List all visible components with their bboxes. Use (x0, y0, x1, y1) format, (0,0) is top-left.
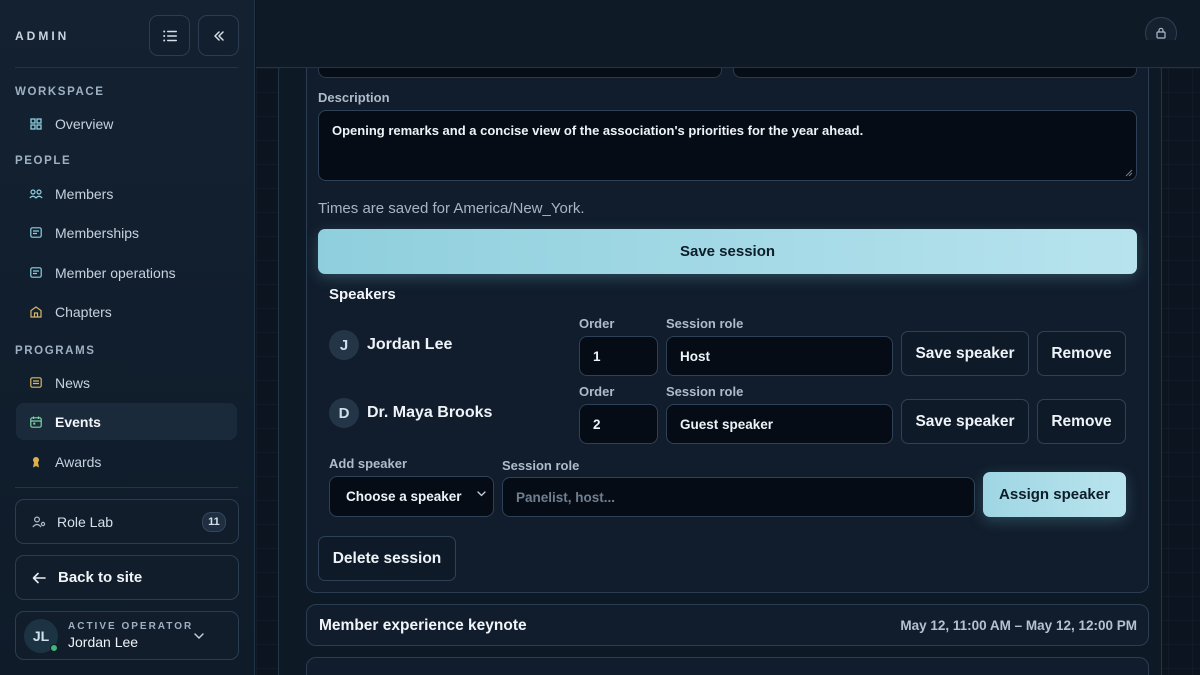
session-row[interactable] (306, 657, 1149, 675)
session-role-label: Session role (666, 316, 744, 331)
sidebar-item-memberships[interactable]: Memberships (16, 214, 237, 251)
description-textarea[interactable]: Opening remarks and a concise view of th… (318, 110, 1137, 181)
sidebar: ADMIN WORKSPACE Overview PEOPLE Members (0, 0, 255, 675)
assign-speaker-button[interactable]: Assign speaker (983, 472, 1126, 517)
delete-session-button[interactable]: Delete session (318, 536, 456, 581)
save-speaker-button[interactable]: Save speaker (901, 399, 1029, 444)
sidebar-item-overview[interactable]: Overview (16, 105, 237, 142)
add-speaker-label: Add speaker (329, 456, 408, 471)
collapse-sidebar-button[interactable] (198, 15, 239, 56)
users-cog-icon (32, 515, 46, 528)
speaker-select[interactable]: Choose a speaker (329, 476, 494, 517)
sidebar-item-news[interactable]: News (16, 364, 237, 401)
chevron-down-icon (477, 491, 486, 497)
newspaper-icon (29, 376, 43, 390)
card-icon (29, 226, 43, 240)
speaker-role-input[interactable]: Guest speaker (666, 404, 893, 444)
session-row-title: Member experience keynote (319, 617, 527, 634)
chevron-down-icon (194, 632, 204, 639)
brand-title: ADMIN (15, 29, 70, 43)
building-icon (29, 305, 43, 319)
new-speaker-role-input[interactable]: Panelist, host... (502, 477, 975, 517)
sidebar-item-label: Overview (55, 115, 114, 132)
operator-switcher[interactable]: JL ACTIVE OPERATOR Jordan Lee (15, 611, 239, 660)
speaker-role-input[interactable]: Host (666, 336, 893, 376)
description-label: Description (318, 90, 390, 105)
chevrons-left-icon (213, 30, 224, 41)
description-value: Opening remarks and a concise view of th… (332, 123, 864, 138)
sidebar-item-label: News (55, 374, 91, 391)
divider (15, 67, 238, 68)
speaker-avatar: D (329, 398, 359, 428)
add-speaker-role-label: Session role (502, 458, 580, 473)
speakers-heading: Speakers (329, 286, 396, 303)
sidebar-item-member-operations[interactable]: Member operations (16, 254, 237, 291)
sidebar-item-awards[interactable]: Awards (16, 443, 237, 480)
speaker-order-input[interactable]: 1 (579, 336, 658, 376)
arrow-left-icon (32, 572, 46, 584)
speaker-name: Jordan Lee (367, 336, 453, 353)
online-status-dot (50, 643, 58, 652)
operator-name: Jordan Lee (68, 634, 139, 650)
session-row-time: May 12, 11:00 AM – May 12, 12:00 PM (900, 618, 1137, 633)
users-icon (29, 187, 43, 201)
speaker-avatar: J (329, 330, 359, 360)
avatar: JL (24, 618, 58, 653)
back-to-site-button[interactable]: Back to site (15, 555, 239, 600)
card-icon (29, 266, 43, 280)
sidebar-item-label: Memberships (55, 224, 140, 241)
top-bar-overlay (256, 40, 1200, 68)
sidebar-item-label: Chapters (55, 303, 112, 320)
role-lab-button[interactable]: Role Lab 11 (15, 499, 239, 544)
order-label: Order (579, 384, 615, 399)
list-view-button[interactable] (149, 15, 190, 56)
save-session-button[interactable]: Save session (318, 229, 1137, 274)
remove-speaker-button[interactable]: Remove (1037, 331, 1126, 376)
sidebar-item-label: Awards (55, 453, 102, 470)
avatar-initials: JL (32, 627, 50, 644)
divider (15, 487, 238, 488)
speaker-order-input[interactable]: 2 (579, 404, 658, 444)
award-icon (29, 455, 43, 469)
resize-handle-icon[interactable] (1125, 169, 1133, 177)
sidebar-item-members[interactable]: Members (16, 175, 237, 212)
sidebar-item-label: Members (55, 185, 114, 202)
dashboard-icon (29, 117, 43, 131)
back-to-site-label: Back to site (58, 569, 143, 586)
section-label-workspace: WORKSPACE (15, 86, 105, 98)
session-role-label: Session role (666, 384, 744, 399)
sidebar-item-label: Events (55, 413, 101, 430)
role-lab-label: Role Lab (57, 513, 114, 530)
role-lab-count-badge: 11 (202, 511, 226, 532)
sidebar-item-label: Member operations (55, 264, 176, 281)
lock-icon (1156, 27, 1166, 39)
sidebar-item-chapters[interactable]: Chapters (16, 293, 237, 330)
speaker-select-value: Choose a speaker (346, 489, 462, 504)
order-label: Order (579, 316, 615, 331)
session-row[interactable]: Member experience keynote May 12, 11:00 … (306, 604, 1149, 646)
remove-speaker-button[interactable]: Remove (1037, 399, 1126, 444)
section-label-people: PEOPLE (15, 155, 72, 167)
timezone-hint: Times are saved for America/New_York. (318, 200, 585, 217)
save-speaker-button[interactable]: Save speaker (901, 331, 1029, 376)
sidebar-item-events[interactable]: Events (16, 403, 237, 440)
calendar-icon (29, 415, 43, 429)
operator-caption: ACTIVE OPERATOR (68, 621, 194, 632)
list-icon (162, 30, 177, 41)
section-label-programs: PROGRAMS (15, 345, 96, 357)
speaker-name: Dr. Maya Brooks (367, 404, 493, 421)
